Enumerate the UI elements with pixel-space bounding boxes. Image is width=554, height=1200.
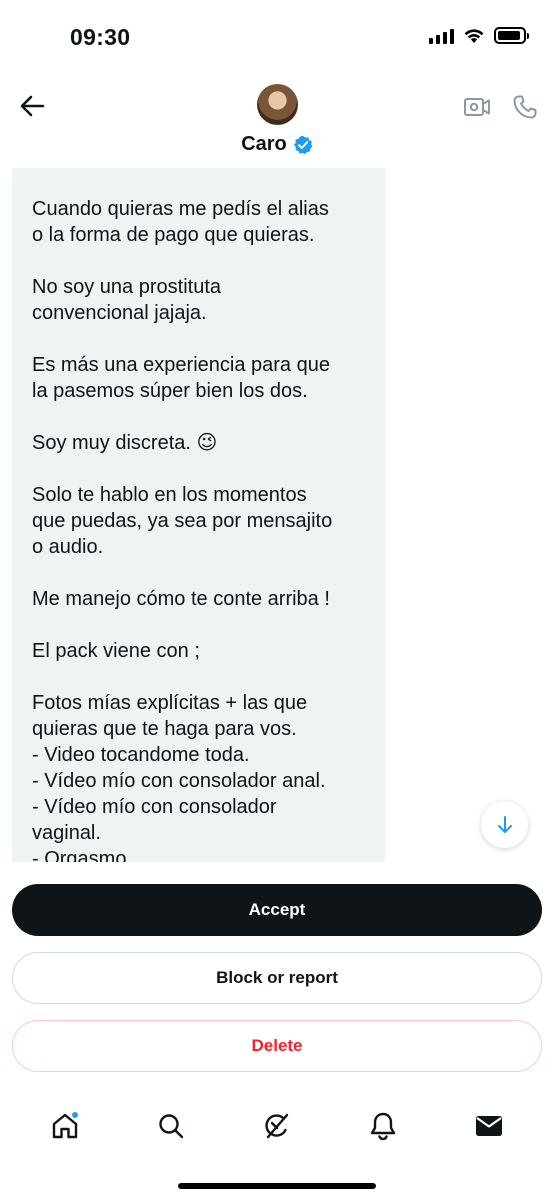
bottom-tab-bar xyxy=(0,1096,554,1156)
home-indicator[interactable] xyxy=(178,1183,376,1189)
video-call-button[interactable] xyxy=(462,92,492,122)
conversation-header: Caro xyxy=(0,72,554,168)
contact-name-row[interactable]: Caro xyxy=(0,133,554,156)
home-notification-dot xyxy=(71,1111,79,1119)
avatar[interactable] xyxy=(257,84,298,125)
tab-notifications[interactable] xyxy=(363,1106,403,1146)
tab-home[interactable] xyxy=(45,1106,85,1146)
back-button[interactable] xyxy=(16,90,48,122)
notifications-bell-icon xyxy=(370,1112,396,1141)
video-camera-icon xyxy=(464,98,490,116)
message-thread[interactable]: Cuando quieras me pedís el alias o la fo… xyxy=(0,168,554,862)
grok-icon xyxy=(265,1113,289,1139)
status-icons xyxy=(429,27,529,44)
wifi-icon xyxy=(464,29,484,43)
messages-envelope-icon xyxy=(476,1116,502,1136)
accept-button[interactable]: Accept xyxy=(12,884,542,936)
scroll-to-bottom-button[interactable] xyxy=(481,801,528,848)
battery-fill xyxy=(498,31,520,40)
cellular-signal-icon xyxy=(429,28,454,44)
tab-messages[interactable] xyxy=(469,1106,509,1146)
message-text: Cuando quieras me pedís el alias o la fo… xyxy=(32,198,333,862)
battery-icon xyxy=(494,27,529,44)
status-time: 09:30 xyxy=(70,24,131,50)
contact-name: Caro xyxy=(241,133,287,155)
header-actions xyxy=(462,92,540,122)
phone-icon xyxy=(513,95,537,119)
arrow-down-icon xyxy=(497,815,512,833)
delete-button[interactable]: Delete xyxy=(12,1020,542,1072)
message-bubble: Cuando quieras me pedís el alias o la fo… xyxy=(12,168,385,862)
block-or-report-button[interactable]: Block or report xyxy=(12,952,542,1004)
tab-search[interactable] xyxy=(151,1106,191,1146)
search-icon xyxy=(159,1114,184,1139)
back-arrow-icon xyxy=(20,95,45,117)
tab-grok[interactable] xyxy=(257,1106,297,1146)
status-bar: 09:30 xyxy=(0,0,554,72)
verified-badge-icon xyxy=(293,135,313,154)
voice-call-button[interactable] xyxy=(510,92,540,122)
